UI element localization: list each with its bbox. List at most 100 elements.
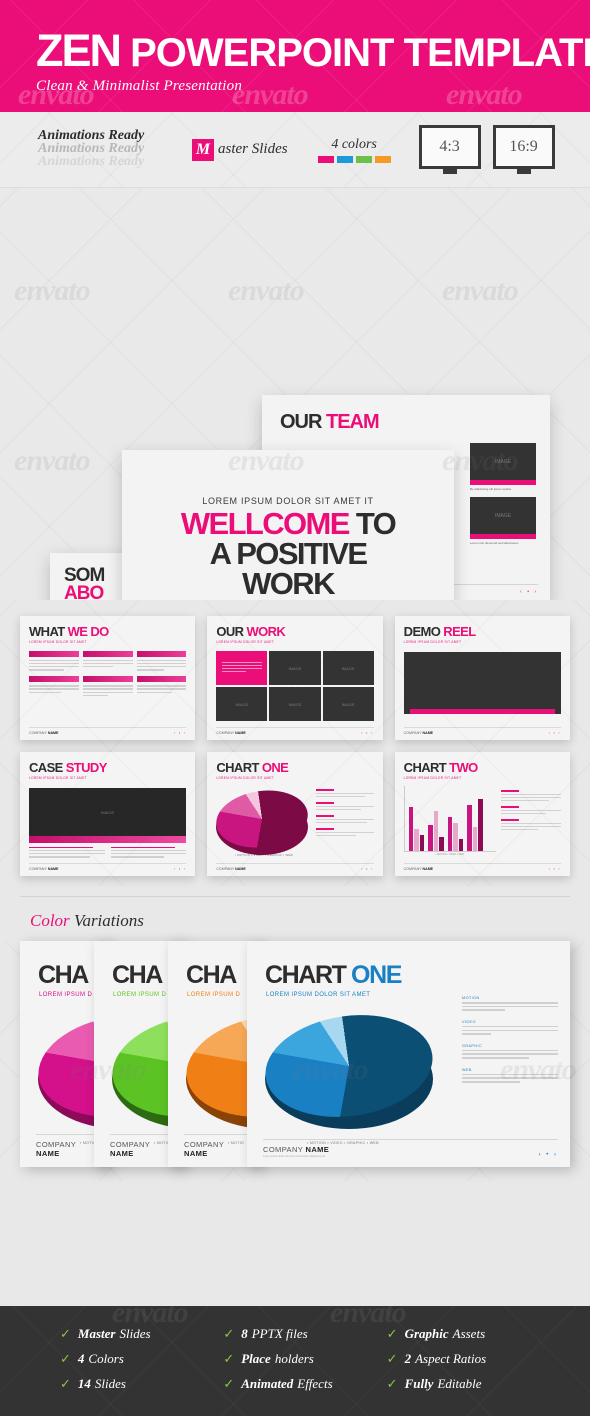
progress-bar bbox=[409, 709, 555, 714]
check-icon: ✓ bbox=[60, 1351, 71, 1366]
company-name: COMPANY NAME bbox=[216, 731, 246, 735]
thumb-subtitle: LOREM IPSUM DOLOR SIT AMET bbox=[29, 640, 87, 644]
monitor-stand bbox=[442, 169, 457, 174]
company-name: COMPANY NAME bbox=[263, 1145, 330, 1154]
feature-card bbox=[29, 676, 79, 697]
company-name: COMPANY NAME bbox=[110, 1140, 151, 1158]
company-tagline: Lorem ipsum dolor sit amet consectetur a… bbox=[263, 1155, 325, 1158]
work-image-grid: IMAGE IMAGE IMAGE IMAGE IMAGE bbox=[216, 651, 374, 721]
thumb-footer: COMPANY NAME ‹ • › bbox=[403, 727, 561, 735]
slide-footer: COMPANY NAME bbox=[184, 1134, 248, 1158]
master-slides-badge: M aster Slides bbox=[192, 138, 288, 161]
slide-nav-dots[interactable]: ‹ • › bbox=[174, 867, 186, 871]
feature-card bbox=[29, 651, 79, 672]
page-title: ZEN POWERPOINT TEMPLATE bbox=[36, 28, 590, 73]
color-count-badge: 4 colors bbox=[317, 137, 391, 163]
team-card[interactable]: IMAGE By adipisicing elit ipsum quisss bbox=[470, 443, 536, 491]
slide-variant-blue[interactable]: CHART ONE LOREM IPSUM DOLOR SIT AMET ▪ M… bbox=[247, 941, 570, 1167]
brand-name: ZEN bbox=[36, 25, 122, 76]
image-placeholder: IMAGE bbox=[470, 443, 536, 485]
color-swatches bbox=[317, 155, 391, 163]
slide-nav-dots[interactable]: ‹ • › bbox=[549, 867, 561, 871]
watermark: envato bbox=[14, 274, 91, 307]
thumb-subtitle: LOREM IPSUM DOLOR SIT AMET bbox=[29, 776, 87, 780]
aspect-ratio-badges: 4:3 16:9 bbox=[418, 125, 555, 174]
color-variation-row: envato envato envato CHA LOREM IPSUM D ▪… bbox=[0, 941, 590, 1181]
ratio-label-16-9: 16:9 bbox=[492, 125, 555, 169]
text-block: GRAPHIC bbox=[462, 1044, 558, 1059]
feature-item: ✓ Place holders bbox=[223, 1351, 314, 1366]
team-card-list: IMAGE By adipisicing elit ipsum quisss I… bbox=[470, 443, 536, 551]
animations-ready-badge: Animations Ready Animations Ready Animat… bbox=[38, 128, 168, 172]
slide-nav-dots[interactable]: ‹ • › bbox=[539, 1152, 558, 1158]
page-subtitle: Clean & Minimalist Presentation bbox=[36, 78, 243, 94]
feature-card bbox=[136, 651, 187, 672]
title-rest: POWERPOINT TEMPLATE bbox=[120, 31, 590, 75]
thumb-title: CHART TWO bbox=[403, 760, 479, 775]
chart-text-panel bbox=[496, 786, 561, 856]
featured-text-panel: MOTION VIDEO GRAPHIC WEB bbox=[462, 996, 558, 1092]
feature-item: ✓ 14 Slides bbox=[60, 1376, 126, 1391]
title-pink: ABO bbox=[64, 583, 104, 600]
slide-nav-dots[interactable]: ‹ • › bbox=[174, 731, 186, 735]
text-block: VIDEO bbox=[462, 1020, 558, 1035]
company-name: COMPANY NAME bbox=[36, 1140, 77, 1158]
slide-footer: COMPANY NAME bbox=[110, 1134, 172, 1158]
slide-nav-dots[interactable]: ‹ • › bbox=[520, 589, 538, 595]
thumb-footer: COMPANY NAME ‹ • › bbox=[216, 863, 374, 871]
text-column bbox=[110, 847, 187, 859]
thumb-title: DEMO REEL bbox=[403, 624, 477, 639]
thumb-footer: COMPANY NAME ‹ • › bbox=[403, 863, 561, 871]
slide-nav-dots[interactable]: ‹ • › bbox=[361, 867, 373, 871]
company-name: COMPANY NAME bbox=[184, 1140, 225, 1158]
work-cell: IMAGE bbox=[322, 651, 374, 685]
team-card[interactable]: IMAGE Lorem nisl. Eiusmod sed laboriosam bbox=[470, 497, 536, 545]
thumb-demo-reel[interactable]: DEMO REEL LOREM IPSUM DOLOR SIT AMET COM… bbox=[394, 616, 570, 740]
slide-nav-dots[interactable]: ‹ • › bbox=[361, 731, 373, 735]
feature-bar: Animations Ready Animations Ready Animat… bbox=[0, 112, 590, 188]
animations-ready-ghost: Animations Ready bbox=[38, 153, 145, 169]
thumb-title: CHART ONE bbox=[216, 760, 289, 775]
thumb-footer: COMPANY NAME ‹ • › bbox=[29, 727, 187, 735]
chart-text-panel bbox=[311, 785, 374, 857]
thumb-what-we-do[interactable]: WHAT WE DO LOREM IPSUM DOLOR SIT AMET CO… bbox=[20, 616, 196, 740]
swatch-orange bbox=[374, 155, 391, 163]
check-icon: ✓ bbox=[223, 1376, 235, 1391]
work-cell: IMAGE bbox=[269, 651, 321, 685]
feature-card-grid bbox=[29, 651, 187, 698]
headline-line3: WORK bbox=[242, 565, 335, 600]
feature-item: ✓ 2 Aspect Ratios bbox=[386, 1351, 487, 1366]
block-heading: MOTION bbox=[462, 996, 480, 1000]
wellcome-headline: WELLCOME TO A POSITIVE WORK bbox=[122, 508, 454, 600]
wellcome-eyebrow: LOREM IPSUM DOLOR SIT AMET IT bbox=[202, 496, 374, 506]
bar-chart bbox=[403, 786, 496, 852]
ratio-label-4-3: 4:3 bbox=[418, 125, 481, 169]
slide-nav-dots[interactable]: ‹ • › bbox=[549, 731, 561, 735]
block-heading: WEB bbox=[462, 1067, 472, 1072]
block-heading: GRAPHIC bbox=[462, 1043, 483, 1048]
work-cell-highlight bbox=[216, 651, 268, 685]
feature-item: ✓ 8 PPTX files bbox=[223, 1326, 308, 1341]
title-pink: TEAM bbox=[326, 411, 380, 433]
thumb-title: CASE STUDY bbox=[29, 760, 107, 775]
work-cell: IMAGE bbox=[216, 687, 268, 721]
thumb-our-work[interactable]: OUR WORK LOREM IPSUM DOLOR SIT AMET IMAG… bbox=[207, 616, 383, 740]
text-column bbox=[29, 847, 105, 859]
slide-thumbnail-grid: WHAT WE DO LOREM IPSUM DOLOR SIT AMET CO… bbox=[0, 600, 590, 886]
swatch-green bbox=[355, 155, 372, 163]
company-name: COMPANY NAME bbox=[29, 731, 59, 735]
thumb-chart-two[interactable]: CHART TWO LOREM IPSUM DOLOR SIT AMET ▪ M… bbox=[394, 752, 570, 876]
monitor-icon-4-3: 4:3 bbox=[418, 125, 481, 174]
slide-footer: COMPANY NAME bbox=[36, 1134, 98, 1158]
thumb-subtitle: LOREM IPSUM DOLOR SIT AMET bbox=[216, 776, 275, 780]
title-dark: OUR bbox=[280, 411, 326, 433]
thumb-case-study[interactable]: CASE STUDY LOREM IPSUM DOLOR SIT AMET IM… bbox=[20, 752, 196, 876]
slide-wellcome[interactable]: LOREM IPSUM DOLOR SIT AMET IT WELLCOME T… bbox=[122, 450, 454, 600]
thumb-title: WHAT WE DO bbox=[29, 624, 109, 639]
thumb-title: OUR WORK bbox=[216, 624, 286, 639]
check-icon: ✓ bbox=[223, 1326, 235, 1341]
swatch-blue bbox=[336, 155, 353, 163]
bar-group-list bbox=[408, 793, 494, 851]
chart-axis-legend: ▪ MOTION ▪ VIDEO ▪ WEB bbox=[435, 853, 464, 856]
thumb-chart-one[interactable]: CHART ONE LOREM IPSUM DOLOR SIT AMET ▪ M… bbox=[207, 752, 383, 876]
